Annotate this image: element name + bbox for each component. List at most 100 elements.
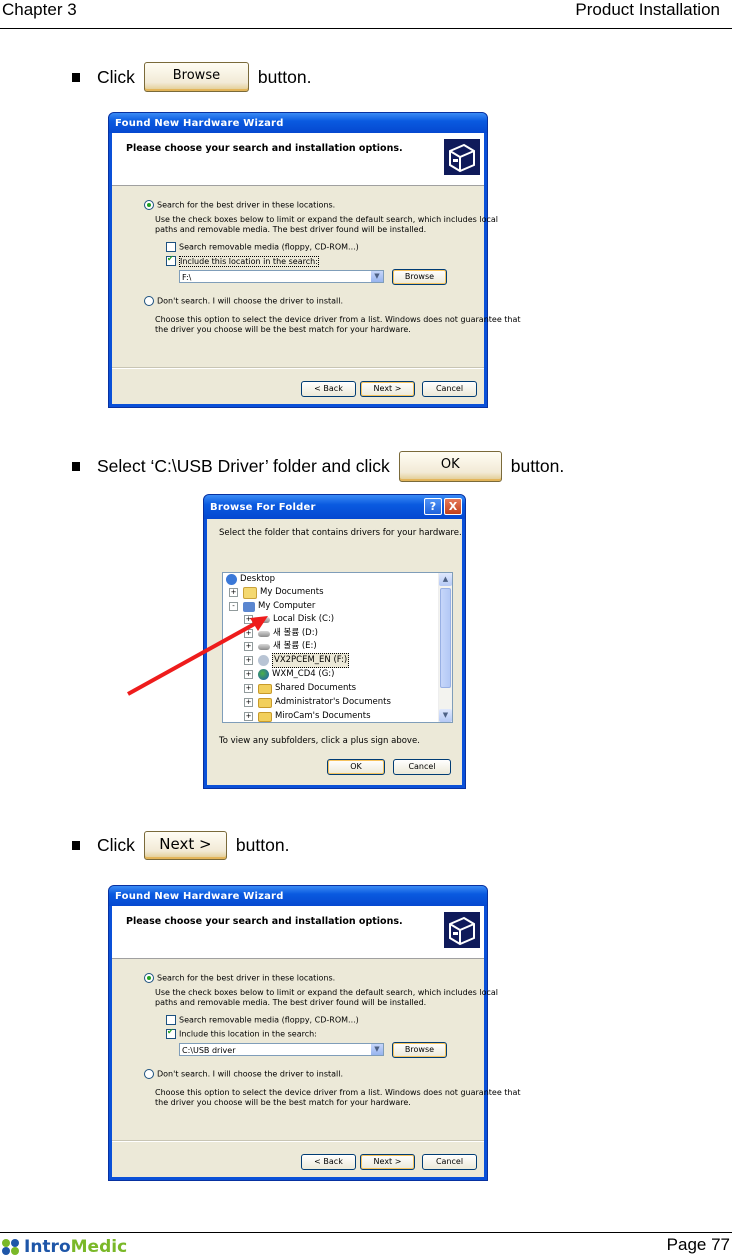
folder-icon (258, 697, 272, 708)
logo-text-medic: Medic (70, 1237, 128, 1257)
checkbox-unchecked-icon[interactable] (166, 242, 176, 252)
my-computer-icon (243, 601, 255, 612)
desktop-icon (226, 574, 237, 585)
folder-tree[interactable]: Desktop + My Documents - My Computer + Loca… (222, 572, 453, 723)
radio-selected-icon[interactable] (144, 200, 154, 210)
radio-dont-search[interactable]: Don't search. I will choose the driver t… (144, 1069, 343, 1079)
dont-description-2: the driver you choose will be the best m… (155, 325, 411, 334)
tree-label: Local Disk (C:) (273, 614, 335, 624)
close-icon[interactable]: X (444, 498, 462, 515)
tree-label: MiroCam's Documents (275, 711, 371, 721)
radio-search-best[interactable]: Search for the best driver in these loca… (144, 200, 335, 210)
scroll-up-icon[interactable]: ▲ (439, 573, 452, 586)
tree-item-network-g[interactable]: + WXM_CD4 (G:) (244, 668, 334, 681)
scroll-thumb[interactable] (440, 588, 451, 688)
bullet-icon (72, 72, 80, 82)
wizard-window-2: Found New Hardware Wizard Please choose … (108, 885, 521, 1181)
expand-icon[interactable]: + (244, 615, 253, 624)
expand-icon[interactable]: + (244, 642, 253, 651)
tree-label: 새 볼륨 (D:) (273, 628, 318, 638)
expand-icon[interactable]: + (244, 698, 253, 707)
tree-label: 새 볼륨 (E:) (273, 641, 317, 651)
back-button[interactable]: < Back (301, 381, 356, 397)
checkbox-include-location[interactable]: Include this location in the search: (166, 254, 319, 267)
checkbox-checked-icon[interactable] (166, 1027, 176, 1039)
chevron-down-icon[interactable]: ▼ (370, 1044, 383, 1055)
location-combobox[interactable]: C:\USB driver ▼ (179, 1043, 384, 1056)
tree-item-shared-documents[interactable]: + Shared Documents (244, 682, 356, 695)
expand-icon[interactable]: + (244, 629, 253, 638)
section-label: Product Installation (575, 0, 720, 19)
chevron-down-icon[interactable]: ▼ (370, 271, 383, 282)
browse-button[interactable]: Browse (392, 1042, 447, 1058)
browse-button-illustration: Browse (143, 62, 249, 92)
browse-button-illustration-label: Browse (172, 67, 221, 83)
expand-icon[interactable]: + (244, 684, 253, 693)
radio-search-best[interactable]: Search for the best driver in these loca… (144, 973, 335, 983)
expand-icon[interactable]: + (229, 588, 238, 597)
radio-unselected-icon[interactable] (144, 1069, 154, 1079)
hardware-icon (444, 139, 480, 175)
tree-label: Administrator's Documents (275, 697, 391, 707)
cancel-button[interactable]: Cancel (422, 1154, 477, 1170)
next-button[interactable]: Next > (360, 1154, 415, 1170)
tree-item-cd-f[interactable]: + VX2PCEM_EN (F:) (244, 653, 350, 668)
dont-description-2: the driver you choose will be the best m… (155, 1098, 411, 1107)
radio-search-label: Search for the best driver in these loca… (157, 200, 336, 210)
tree-item-local-disk-c[interactable]: + Local Disk (C:) (244, 613, 334, 626)
tree-item-mirocam-documents[interactable]: + MiroCam's Documents (244, 710, 371, 722)
checkbox-include-label: Include this location in the search: (179, 255, 319, 267)
tree-item-volume-d[interactable]: + 새 볼륨 (D:) (244, 627, 318, 640)
header-divider (0, 28, 732, 29)
tree-label: My Documents (260, 587, 324, 597)
search-description-2: paths and removable media. The best driv… (155, 998, 427, 1007)
bullet-icon (72, 462, 80, 471)
tree-item-my-documents[interactable]: + My Documents (229, 586, 324, 599)
browse-button[interactable]: Browse (392, 269, 447, 285)
ok-button-illustration-label: OK (440, 457, 460, 472)
tree-item-administrator-documents[interactable]: + Administrator's Documents (244, 696, 391, 709)
logo-mark-icon (2, 1238, 22, 1256)
checkbox-removable-label: Search removable media (floppy, CD-ROM..… (179, 242, 359, 252)
back-button[interactable]: < Back (301, 1154, 356, 1170)
radio-selected-icon[interactable] (144, 973, 154, 983)
wizard-window-1: Found New Hardware Wizard Please choose … (108, 112, 521, 408)
disk-icon (258, 643, 270, 650)
search-description-1: Use the check boxes below to limit or ex… (155, 988, 499, 997)
cancel-button[interactable]: Cancel (422, 381, 477, 397)
radio-unselected-icon[interactable] (144, 296, 154, 306)
search-description-2: paths and removable media. The best driv… (155, 225, 427, 234)
expand-icon[interactable]: + (244, 712, 253, 721)
vertical-scrollbar[interactable]: ▲ ▼ (438, 573, 452, 722)
location-value: F:\ (182, 273, 192, 282)
collapse-icon[interactable]: - (229, 602, 238, 611)
ok-button[interactable]: OK (327, 759, 385, 775)
button-divider (112, 367, 484, 369)
expand-icon[interactable]: + (244, 670, 253, 679)
checkbox-removable-media[interactable]: Search removable media (floppy, CD-ROM..… (166, 242, 359, 252)
chapter-label: Chapter 3 (2, 0, 77, 19)
tree-item-desktop[interactable]: Desktop (226, 573, 275, 586)
location-combobox[interactable]: F:\ ▼ (179, 270, 384, 283)
tree-label: My Computer (258, 601, 316, 611)
checkbox-checked-icon[interactable] (166, 254, 176, 266)
scroll-down-icon[interactable]: ▼ (439, 709, 452, 722)
radio-dont-search[interactable]: Don't search. I will choose the driver t… (144, 296, 343, 306)
help-icon[interactable]: ? (424, 498, 442, 515)
tree-item-my-computer[interactable]: - My Computer (229, 600, 315, 613)
step-3-prefix: Click (97, 835, 135, 855)
browse-instruction: Select the folder that contains drivers … (219, 528, 462, 538)
cancel-button[interactable]: Cancel (393, 759, 451, 775)
dont-description-1: Choose this option to select the device … (155, 315, 521, 324)
search-description-1: Use the check boxes below to limit or ex… (155, 215, 499, 224)
checkbox-include-location[interactable]: Include this location in the search: (166, 1027, 317, 1039)
checkbox-removable-media[interactable]: Search removable media (floppy, CD-ROM..… (166, 1015, 359, 1025)
checkbox-removable-label: Search removable media (floppy, CD-ROM..… (179, 1015, 359, 1025)
expand-icon[interactable]: + (244, 656, 253, 665)
checkbox-unchecked-icon[interactable] (166, 1015, 176, 1025)
hardware-icon (444, 912, 480, 948)
tree-item-volume-e[interactable]: + 새 볼륨 (E:) (244, 640, 317, 653)
page-number: Page 77 (666, 1235, 730, 1254)
tree-label: WXM_CD4 (G:) (272, 669, 335, 679)
next-button[interactable]: Next > (360, 381, 415, 397)
